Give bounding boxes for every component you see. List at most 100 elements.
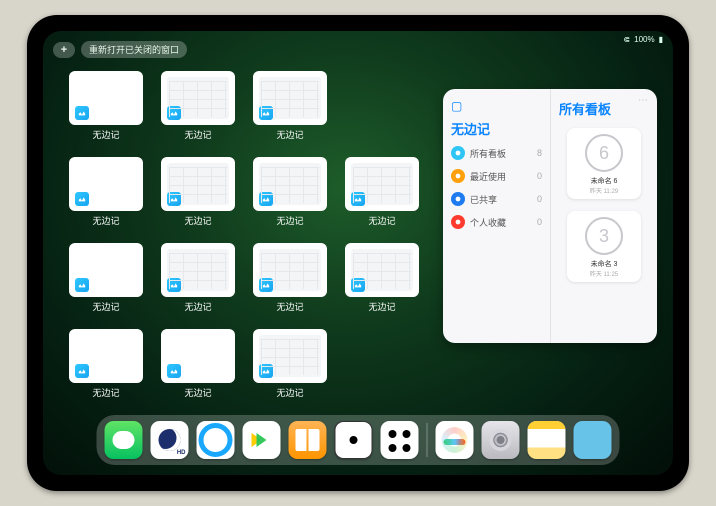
sidebar-item[interactable]: 所有看板 8: [451, 146, 542, 160]
freeform-mini-icon: [75, 106, 89, 120]
board-name: 未命名 3: [567, 259, 641, 269]
app-thumbnail: [161, 71, 235, 125]
app-tile[interactable]: 无边记: [159, 157, 237, 233]
app-thumbnail: [253, 157, 327, 211]
freeform-mini-icon: [75, 364, 89, 378]
app-thumbnail: [69, 329, 143, 383]
play-store-icon[interactable]: [243, 421, 281, 459]
wechat-icon[interactable]: [105, 421, 143, 459]
app-tile[interactable]: 无边记: [67, 329, 145, 405]
settings-icon[interactable]: [482, 421, 520, 459]
app-label: 无边记: [92, 386, 119, 399]
freeform-mini-icon: [351, 192, 365, 206]
app-label: 无边记: [276, 214, 303, 227]
app-library-icon[interactable]: [574, 421, 612, 459]
dots-app-icon[interactable]: [381, 421, 419, 459]
app-tile[interactable]: 无边记: [343, 157, 421, 233]
panel-content: ⋯ 所有看板 6未命名 6昨天 11:29 3 未命名 3昨天 11:25: [551, 89, 657, 343]
sidebar-item-label: 最近使用: [470, 170, 532, 183]
app-label: 无边记: [92, 300, 119, 313]
browser-navy-icon[interactable]: HD: [151, 421, 189, 459]
sidebar-item[interactable]: 已共享0: [451, 192, 542, 206]
freeform-mini-icon: [259, 278, 273, 292]
battery-label: 100%: [634, 35, 654, 44]
freeform-mini-icon: [167, 364, 181, 378]
app-thumbnail: [253, 243, 327, 297]
app-thumbnail: [161, 329, 235, 383]
freeform-mini-icon: [351, 278, 365, 292]
books-icon[interactable]: [289, 421, 327, 459]
app-thumbnail: [253, 329, 327, 383]
category-icon: [451, 192, 465, 206]
category-icon: [451, 215, 465, 229]
app-tile[interactable]: 无边记: [251, 157, 329, 233]
dock: HD: [97, 415, 620, 465]
sidebar-item-label: 个人收藏: [470, 216, 532, 229]
freeform-panel: ▢ 无边记 所有看板 8 最近使用 0 已共享0 个人收藏 0 ⋯ 所有看板 6未命名 6昨…: [443, 89, 657, 343]
app-switcher-grid: 无边记无边记无边记无边记无边记无边记无边记无边记无边记无边记无边记无边记无边记无…: [67, 71, 427, 405]
app-tile[interactable]: 无边记: [251, 243, 329, 319]
sidebar-toggle-icon[interactable]: ▢: [451, 99, 542, 113]
freeform-mini-icon: [167, 278, 181, 292]
board-card[interactable]: 3 未命名 3昨天 11:25: [567, 211, 641, 282]
app-thumbnail: [161, 243, 235, 297]
ipad-frame: ⋐ 100% ▮ + 重新打开已关闭的窗口 无边记无边记无边记无边记无边记无边记…: [27, 15, 689, 491]
app-label: 无边记: [184, 386, 211, 399]
app-thumbnail: [253, 71, 327, 125]
app-thumbnail: [345, 157, 419, 211]
app-thumbnail: [161, 157, 235, 211]
wifi-icon: ⋐: [623, 35, 630, 44]
freeform-mini-icon: [167, 106, 181, 120]
browser-blue-icon[interactable]: [197, 421, 235, 459]
new-window-button[interactable]: +: [53, 42, 75, 58]
app-label: 无边记: [184, 128, 211, 141]
category-icon: [451, 169, 465, 183]
freeform-icon[interactable]: [436, 421, 474, 459]
battery-icon: ▮: [659, 35, 663, 44]
board-date: 昨天 11:25: [567, 269, 641, 278]
freeform-mini-icon: [75, 278, 89, 292]
app-thumbnail: [69, 157, 143, 211]
app-label: 无边记: [276, 128, 303, 141]
freeform-mini-icon: [167, 192, 181, 206]
sidebar-item[interactable]: 最近使用 0: [451, 169, 542, 183]
panel-right-title: 所有看板: [559, 99, 649, 118]
sidebar-item-count: 8: [537, 148, 542, 158]
top-controls: + 重新打开已关闭的窗口: [53, 41, 187, 58]
notes-icon[interactable]: [528, 421, 566, 459]
sidebar-item[interactable]: 个人收藏 0: [451, 215, 542, 229]
app-label: 无边记: [184, 214, 211, 227]
category-icon: [451, 146, 465, 160]
sidebar-item-label: 已共享: [470, 193, 532, 206]
reopen-closed-window-button[interactable]: 重新打开已关闭的窗口: [81, 41, 187, 58]
app-tile[interactable]: 无边记: [159, 243, 237, 319]
app-label: 无边记: [276, 386, 303, 399]
app-tile[interactable]: 无边记: [251, 71, 329, 147]
sidebar-item-count: 0: [537, 171, 542, 181]
panel-left-title: 无边记: [451, 119, 542, 138]
app-tile[interactable]: 无边记: [67, 243, 145, 319]
app-tile[interactable]: 无边记: [251, 329, 329, 405]
app-tile[interactable]: 无边记: [67, 157, 145, 233]
screen: ⋐ 100% ▮ + 重新打开已关闭的窗口 无边记无边记无边记无边记无边记无边记…: [43, 31, 673, 475]
board-thumbnail: 6: [585, 134, 623, 172]
dice-icon[interactable]: [335, 421, 373, 459]
app-label: 无边记: [276, 300, 303, 313]
app-tile[interactable]: 无边记: [159, 71, 237, 147]
panel-sidebar: ▢ 无边记 所有看板 8 最近使用 0 已共享0 个人收藏 0: [443, 89, 551, 343]
freeform-mini-icon: [75, 192, 89, 206]
board-card[interactable]: 6未命名 6昨天 11:29: [567, 128, 641, 199]
status-bar: ⋐ 100% ▮: [623, 35, 663, 44]
sidebar-item-count: 0: [537, 217, 542, 227]
app-thumbnail: [345, 243, 419, 297]
app-label: 无边记: [368, 214, 395, 227]
app-tile[interactable]: 无边记: [159, 329, 237, 405]
app-tile[interactable]: 无边记: [343, 243, 421, 319]
board-thumbnail: 3: [585, 217, 623, 255]
app-tile[interactable]: 无边记: [67, 71, 145, 147]
sidebar-item-label: 所有看板: [470, 147, 532, 160]
more-icon[interactable]: ⋯: [638, 95, 649, 106]
freeform-mini-icon: [259, 106, 273, 120]
app-label: 无边记: [184, 300, 211, 313]
app-thumbnail: [69, 243, 143, 297]
